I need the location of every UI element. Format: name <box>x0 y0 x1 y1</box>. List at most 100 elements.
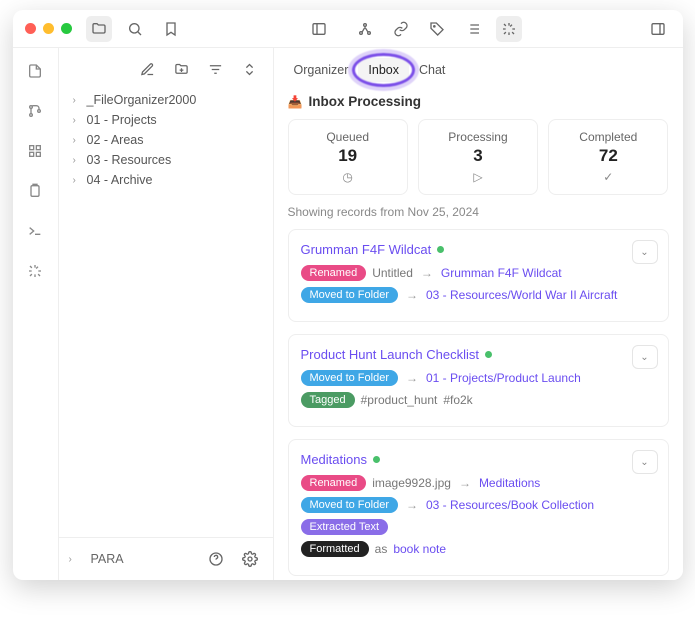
to-link[interactable]: 03 - Resources/Book Collection <box>426 498 594 512</box>
tree-item-label: 03 - Resources <box>87 153 172 167</box>
status-dot-icon <box>437 246 444 253</box>
clipboard-icon[interactable] <box>22 178 48 204</box>
stat-label: Queued <box>326 130 369 144</box>
tree-item-label: _FileOrganizer2000 <box>87 93 197 107</box>
arrow-icon: → <box>404 498 420 512</box>
left-panel-toggle-icon[interactable] <box>306 16 332 42</box>
folder-icon[interactable] <box>86 16 112 42</box>
card-title[interactable]: Meditations <box>301 452 656 467</box>
sparkle-icon-sidebar[interactable] <box>22 258 48 284</box>
section-title: 📥 Inbox Processing <box>288 94 669 109</box>
badge-tagged: Tagged <box>301 392 355 408</box>
card-title[interactable]: Product Hunt Launch Checklist <box>301 347 656 362</box>
tree-item[interactable]: ›02 - Areas <box>59 130 273 150</box>
clock-icon: ◷ <box>342 170 352 184</box>
gear-icon[interactable] <box>237 546 263 572</box>
from-text: Untitled <box>372 266 413 280</box>
card-title[interactable]: Grumman F4F Wildcat <box>301 242 656 257</box>
tag-icon[interactable] <box>424 16 450 42</box>
graph-icon[interactable] <box>352 16 378 42</box>
titlebar <box>13 10 683 48</box>
stat-completed: Completed 72 ✓ <box>548 119 668 195</box>
minimize-window-button[interactable] <box>43 23 54 34</box>
traffic-lights <box>25 23 72 34</box>
as-text: as <box>375 542 388 556</box>
to-link[interactable]: book note <box>393 542 446 556</box>
sort-icon[interactable] <box>203 56 229 82</box>
arrow-icon: → <box>404 288 420 302</box>
tab-label: Organizer <box>294 63 349 77</box>
tab-chat[interactable]: Chat <box>409 58 455 82</box>
tab-label: Chat <box>419 63 445 77</box>
chevron-right-icon: › <box>73 95 83 106</box>
file-sidebar: › _FileOrganizer2000 › 01 - Projects ›02 -… <box>59 48 274 580</box>
to-link[interactable]: Meditations <box>479 476 540 490</box>
date-filter-note: Showing records from Nov 25, 2024 <box>288 205 669 219</box>
maximize-window-button[interactable] <box>61 23 72 34</box>
stat-processing: Processing 3 ▷ <box>418 119 538 195</box>
tab-organizer[interactable]: Organizer <box>284 58 359 82</box>
record-card: ⌄ Grumman F4F Wildcat Renamed Untitled →… <box>288 229 669 322</box>
collapse-icon[interactable] <box>237 56 263 82</box>
expand-button[interactable]: ⌄ <box>632 345 658 369</box>
arrow-icon: → <box>404 371 420 385</box>
play-icon: ▷ <box>473 170 482 184</box>
right-panel-toggle-icon[interactable] <box>645 16 671 42</box>
file-icon[interactable] <box>22 58 48 84</box>
tree-item[interactable]: › _FileOrganizer2000 <box>59 90 273 110</box>
badge-renamed: Renamed <box>301 265 367 281</box>
terminal-icon[interactable] <box>22 218 48 244</box>
stat-value: 3 <box>473 146 482 166</box>
tag-text: #product_hunt <box>361 393 438 407</box>
chevron-right-icon: › <box>73 175 83 186</box>
link-icon[interactable] <box>388 16 414 42</box>
expand-button[interactable]: ⌄ <box>632 450 658 474</box>
help-icon[interactable] <box>203 546 229 572</box>
grid-icon[interactable] <box>22 138 48 164</box>
tree-item[interactable]: › 01 - Projects <box>59 110 273 130</box>
tab-inbox[interactable]: Inbox <box>358 58 409 82</box>
search-icon[interactable] <box>122 16 148 42</box>
tag-text: #fo2k <box>443 393 472 407</box>
bookmark-icon[interactable] <box>158 16 184 42</box>
record-card: ⌄ Product Hunt Launch Checklist Moved to… <box>288 334 669 427</box>
status-dot-icon <box>485 351 492 358</box>
badge-moved: Moved to Folder <box>301 370 398 386</box>
sparkle-icon[interactable] <box>496 16 522 42</box>
list-icon[interactable] <box>460 16 486 42</box>
stat-queued: Queued 19 ◷ <box>288 119 408 195</box>
tree-item[interactable]: › 03 - Resources <box>59 150 273 170</box>
tree-item-label: 04 - Archive <box>87 173 153 187</box>
tree-item[interactable]: › 04 - Archive <box>59 170 273 190</box>
arrow-icon: → <box>419 266 435 280</box>
inbox-emoji-icon: 📥 <box>288 95 303 109</box>
record-card: ⌄ Meditations Renamed image9928.jpg → Me… <box>288 439 669 576</box>
chevron-right-icon: › <box>69 554 79 565</box>
stat-label: Processing <box>448 130 507 144</box>
stat-value: 72 <box>599 146 618 166</box>
from-text: image9928.jpg <box>372 476 451 490</box>
badge-renamed: Renamed <box>301 475 367 491</box>
expand-button[interactable]: ⌄ <box>632 240 658 264</box>
git-icon[interactable] <box>22 98 48 124</box>
chevron-right-icon: › <box>73 155 83 166</box>
status-dot-icon <box>373 456 380 463</box>
to-link[interactable]: Grumman F4F Wildcat <box>441 266 562 280</box>
to-link[interactable]: 01 - Projects/Product Launch <box>426 371 581 385</box>
file-tree: › _FileOrganizer2000 › 01 - Projects ›02 -… <box>59 86 273 537</box>
new-folder-icon[interactable] <box>169 56 195 82</box>
badge-extracted: Extracted Text <box>301 519 389 535</box>
check-icon: ✓ <box>603 170 613 184</box>
badge-moved: Moved to Folder <box>301 497 398 513</box>
app-iconbar <box>13 48 59 580</box>
stat-value: 19 <box>338 146 357 166</box>
chevron-right-icon: › <box>73 115 83 126</box>
new-note-icon[interactable] <box>135 56 161 82</box>
tree-item-label: 01 - Projects <box>87 113 157 127</box>
arrow-icon: → <box>457 476 473 490</box>
badge-formatted: Formatted <box>301 541 369 557</box>
to-link[interactable]: 03 - Resources/World War II Aircraft <box>426 288 617 302</box>
vault-name[interactable]: PARA <box>91 552 124 566</box>
chevron-right-icon: › <box>73 135 83 146</box>
close-window-button[interactable] <box>25 23 36 34</box>
